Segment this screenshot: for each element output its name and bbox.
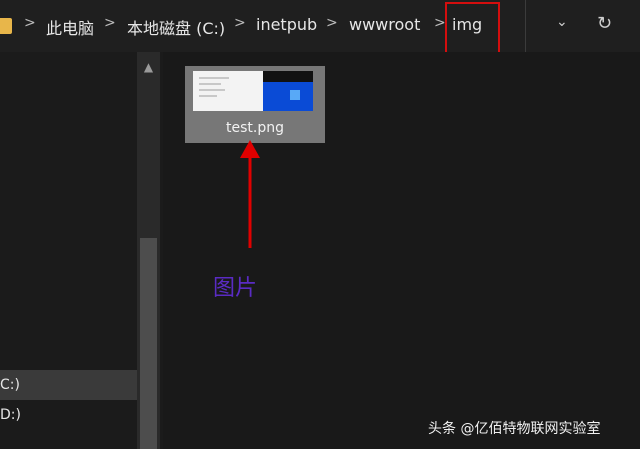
nav-item-drive-c[interactable]: C:) [0, 370, 137, 400]
annotation-highlight-box [445, 2, 500, 58]
breadcrumb-item-inetpub[interactable]: inetpub [256, 15, 317, 34]
address-bar[interactable]: > 此电脑 > 本地磁盘 (C:) > inetpub > wwwroot > … [0, 0, 640, 58]
chevron-right-icon[interactable]: > [434, 15, 446, 31]
watermark: 头条 @亿佰特物联网实验室 [428, 421, 601, 437]
breadcrumb-item-this-pc[interactable]: 此电脑 [46, 15, 94, 39]
nav-item-label: D:) [0, 407, 21, 423]
refresh-icon[interactable]: ↻ [597, 13, 612, 34]
scroll-up-icon[interactable]: ▲ [137, 60, 160, 74]
breadcrumb-item-local-disk-c[interactable]: 本地磁盘 (C:) [127, 15, 225, 39]
annotation-caption: 图片 [213, 276, 258, 301]
chevron-right-icon[interactable]: > [326, 15, 338, 31]
chevron-right-icon[interactable]: > [104, 15, 116, 31]
annotation-arrow [240, 140, 260, 248]
chevron-right-icon[interactable]: > [24, 15, 36, 31]
nav-scrollbar[interactable]: ▲ [137, 52, 160, 449]
breadcrumb-item-wwwroot[interactable]: wwwroot [349, 15, 420, 34]
nav-item-drive-d[interactable]: D:) [0, 400, 137, 430]
folder-icon [0, 18, 12, 34]
chevron-right-icon[interactable]: > [234, 15, 246, 31]
file-list[interactable]: test.png 图片 [163, 52, 640, 449]
chevron-down-icon[interactable]: ⌄ [556, 14, 568, 30]
nav-item-label: C:) [0, 377, 20, 393]
scrollbar-thumb[interactable] [140, 238, 157, 449]
navigation-pane[interactable]: C:) D:) ▲ [0, 52, 160, 449]
